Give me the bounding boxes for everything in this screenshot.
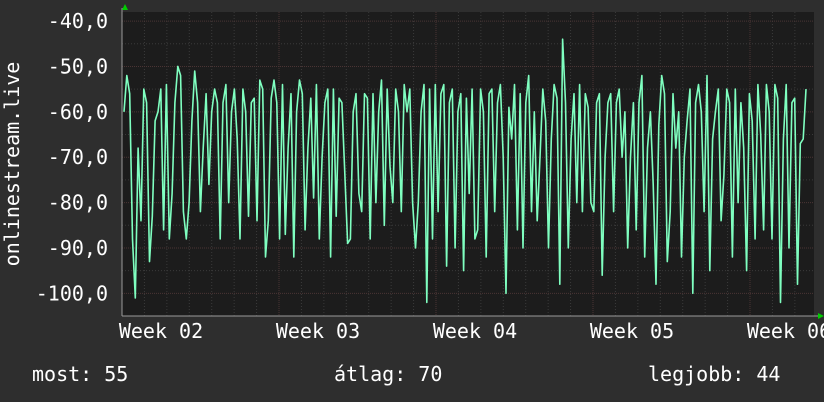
y-tick-label: -60,0 [48, 100, 108, 124]
best-value: legjobb: 44 [648, 362, 781, 386]
chart: -40,0 -50,0 -60,0 -70,0 -80,0 -90,0 -100,0 Wee… [0, 4, 824, 343]
y-tick-label: -50,0 [48, 54, 108, 78]
x-tick-label: Week 04 [433, 319, 517, 343]
y-axis-label: onlinestream.live [0, 62, 24, 267]
x-tick-label: Week 03 [276, 319, 360, 343]
y-tick-label: -80,0 [48, 191, 108, 215]
x-tick-label: Week 06 [747, 319, 824, 343]
x-tick-label: Week 02 [119, 319, 203, 343]
x-axis-ticks: Week 02 Week 03 Week 04 Week 05 Week 06 [119, 319, 824, 343]
y-axis-ticks: -40,0 -50,0 -60,0 -70,0 -80,0 -90,0 -100,0 [36, 9, 108, 305]
y-axis-arrow [122, 4, 128, 10]
current-value: most: 55 [32, 362, 129, 386]
y-tick-label: -40,0 [48, 9, 108, 33]
y-tick-label: -70,0 [48, 145, 108, 169]
average-value: átlag: 70 [334, 362, 443, 386]
y-tick-label: -90,0 [48, 236, 108, 260]
chart-panel: -40,0 -50,0 -60,0 -70,0 -80,0 -90,0 -100,0 Wee… [0, 0, 824, 402]
x-tick-label: Week 05 [590, 319, 674, 343]
y-tick-label: -100,0 [36, 281, 108, 305]
